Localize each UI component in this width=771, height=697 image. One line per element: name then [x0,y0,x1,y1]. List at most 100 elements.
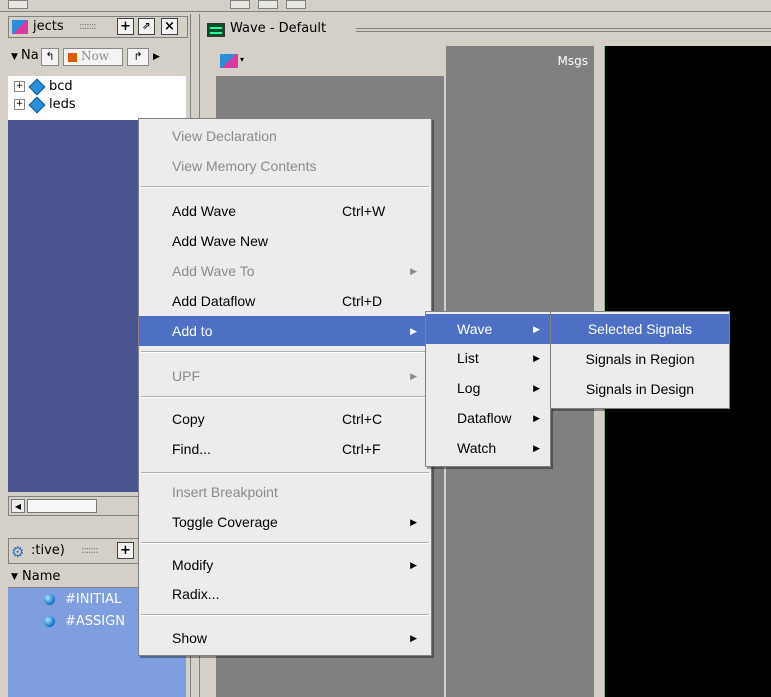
name-column-header[interactable]: Name [22,569,60,584]
objects-pane-titlebar[interactable]: jects ::::::: + ⇗ × [8,16,188,38]
submenu-arrow-icon: ▶ [533,353,540,363]
submenu-arrow-icon: ▶ [410,633,417,643]
signal-icon [28,78,46,95]
wave-window-titlebar[interactable]: Wave - Default [202,16,771,44]
menu-item-show[interactable]: Show ▶ [139,623,431,653]
wave-submenu: Selected Signals Signals in Region Signa… [550,311,730,409]
menu-separator [141,542,429,544]
toolbar-button[interactable] [258,0,278,9]
wave-window-icon [207,23,225,37]
menu-item-find[interactable]: Find... Ctrl+F [139,434,431,464]
scroll-left-icon[interactable]: ◀ [11,499,25,513]
submenu-arrow-icon: ▶ [533,324,540,334]
titlebar-grip [356,28,771,32]
sort-arrow-icon[interactable]: ▼ [11,52,18,62]
menu-separator [141,472,429,474]
submenu-arrow-icon: ▶ [533,413,540,423]
object-label: bcd [49,79,73,94]
menu-item-view-memory-contents[interactable]: View Memory Contents [139,151,431,181]
expand-icon[interactable]: + [14,81,25,92]
msgs-column-header[interactable]: Msgs [446,46,594,76]
toolbar-button[interactable] [286,0,306,9]
menu-item-radix[interactable]: Radix... [139,579,431,609]
add-icon[interactable]: + [117,18,134,35]
scroll-thumb[interactable] [27,499,97,513]
now-label: Now [81,49,109,63]
list-item[interactable]: #ASSIGN [38,612,125,632]
menu-item-signals-in-design[interactable]: Signals in Design [551,374,729,404]
msgs-header-label: Msgs [557,54,588,68]
submenu-arrow-icon: ▶ [410,517,417,527]
context-menu: View Declaration View Memory Contents Ad… [138,118,432,656]
processes-gear-icon: ⚙ [11,543,25,561]
submenu-arrow-icon: ▶ [410,266,417,276]
object-type-icon[interactable] [220,54,238,68]
menu-item-list[interactable]: List ▶ [426,343,550,373]
menu-separator [141,396,429,398]
menu-item-modify[interactable]: Modify ▶ [139,550,431,580]
processes-pane-titlebar[interactable]: ⚙ :tive) ::::::: + [8,538,148,564]
toolbar-button[interactable] [8,0,28,9]
submenu-arrow-icon: ▶ [410,560,417,570]
add-to-submenu: Wave ▶ List ▶ Log ▶ Dataflow ▶ Watch ▶ [425,311,551,467]
objects-pane-title: jects [33,19,64,34]
close-icon[interactable]: × [161,18,178,35]
submenu-arrow-icon: ▶ [533,443,540,453]
shortcut-label: Ctrl+F [342,441,381,457]
wave-toolbar-cell: ▾ [216,46,444,76]
menu-item-log[interactable]: Log ▶ [426,373,550,403]
list-item[interactable]: #INITIAL [38,590,121,610]
chevron-down-icon[interactable]: ▾ [240,55,244,64]
menu-item-add-wave[interactable]: Add Wave Ctrl+W [139,196,431,226]
processes-pane-title: :tive) [31,543,65,558]
list-item[interactable]: + bcd [14,78,73,96]
undock-icon[interactable]: ⇗ [138,18,155,35]
drag-grip-icon[interactable]: ::::::: [81,545,99,556]
shortcut-label: Ctrl+C [342,411,383,427]
menu-item-add-wave-to[interactable]: Add Wave To ▶ [139,256,431,286]
stop-icon [68,53,77,62]
menu-item-wave[interactable]: Wave ▶ [426,314,550,344]
drag-grip-icon[interactable]: ::::::: [79,21,97,32]
menu-item-copy[interactable]: Copy Ctrl+C [139,404,431,434]
top-toolbar-strip [0,0,771,12]
submenu-arrow-icon: ▶ [410,371,417,381]
more-arrow-icon[interactable]: ▶ [153,52,160,62]
add-icon[interactable]: + [117,542,134,559]
menu-item-add-wave-new[interactable]: Add Wave New [139,226,431,256]
menu-item-selected-signals[interactable]: Selected Signals [551,314,729,344]
menu-separator [141,351,429,353]
sort-arrow-icon[interactable]: ▼ [11,572,18,582]
process-icon [44,594,55,605]
shortcut-label: Ctrl+W [342,203,386,219]
back-icon[interactable]: ↰ [41,48,59,66]
submenu-arrow-icon: ▶ [410,326,417,336]
toolbar-button[interactable] [230,0,250,9]
now-button[interactable]: Now [63,48,123,66]
menu-item-insert-breakpoint[interactable]: Insert Breakpoint [139,477,431,507]
process-label: #INITIAL [65,592,122,607]
forward-icon[interactable]: ↱ [127,48,149,66]
menu-item-upf[interactable]: UPF ▶ [139,361,431,391]
submenu-arrow-icon: ▶ [533,383,540,393]
menu-item-dataflow[interactable]: Dataflow ▶ [426,403,550,433]
process-icon [44,616,55,627]
menu-item-view-declaration[interactable]: View Declaration [139,121,431,151]
objects-pane-icon [12,20,28,34]
menu-item-add-dataflow[interactable]: Add Dataflow Ctrl+D [139,286,431,316]
menu-separator [141,186,429,188]
name-column-header[interactable]: Na [21,48,39,63]
object-label: leds [49,97,76,112]
menu-item-signals-in-region[interactable]: Signals in Region [551,344,729,374]
menu-separator [141,614,429,616]
menu-item-toggle-coverage[interactable]: Toggle Coverage ▶ [139,507,431,537]
signal-icon [28,96,46,113]
objects-list: + bcd + leds [8,76,186,120]
objects-toolbar: ▼ Na ↰ Now ↱ ▶ [8,40,188,72]
menu-item-watch[interactable]: Watch ▶ [426,433,550,463]
list-item[interactable]: + leds [14,96,76,114]
menu-item-add-to[interactable]: Add to ▶ [139,316,431,346]
process-label: #ASSIGN [65,614,125,629]
shortcut-label: Ctrl+D [342,293,383,309]
expand-icon[interactable]: + [14,99,25,110]
